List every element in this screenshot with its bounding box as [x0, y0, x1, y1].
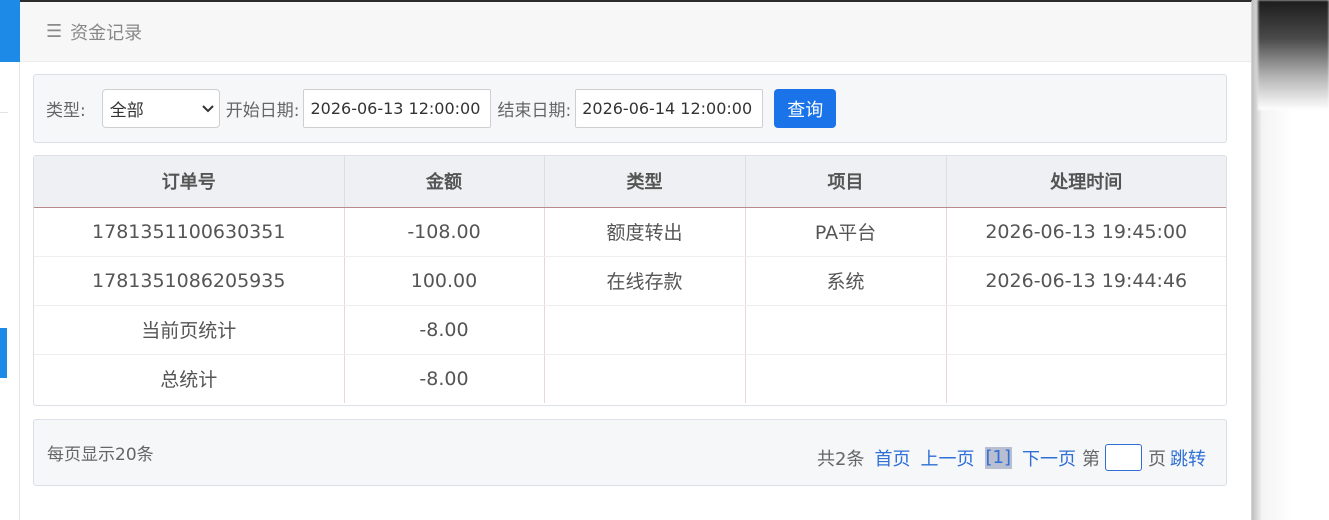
pagination: 共2条 首页 上一页 [1] 下一页 第 页 跳转	[817, 444, 1206, 471]
column-header-order-no: 订单号	[34, 156, 345, 208]
prev-page-link[interactable]: 上一页	[921, 445, 975, 471]
type-select-value: 全部	[109, 101, 144, 121]
background-blue-header	[0, 0, 20, 62]
end-date-input[interactable]: 2026-06-14 12:00:00	[575, 89, 764, 128]
filter-bar: 类型: 全部 开始日期: 2026-06-13 12:00:00 结束日期: 2…	[33, 74, 1227, 143]
table-row: 1781351086205935 100.00 在线存款 系统 2026-06-…	[34, 256, 1226, 306]
column-header-processed-time: 处理时间	[946, 156, 1226, 208]
column-header-project: 项目	[745, 156, 947, 208]
cell-empty	[544, 305, 746, 355]
cell-empty	[544, 354, 746, 403]
table-row: 1781351100630351 -108.00 额度转出 PA平台 2026-…	[34, 207, 1226, 257]
type-select[interactable]: 全部	[101, 89, 220, 128]
background-dark-area	[1258, 0, 1329, 110]
cell-order-no: 1781351086205935	[34, 256, 345, 306]
menu-icon[interactable]: ☰	[46, 22, 62, 41]
cell-total-label: 总统计	[34, 354, 345, 403]
fund-records-panel: ☰ 资金记录 类型: 全部 开始日期: 2026-06-13 12:00:00 …	[20, 0, 1252, 520]
cell-processed-time: 2026-06-13 19:44:46	[946, 256, 1226, 306]
window-shadow	[1252, 0, 1329, 520]
cell-empty	[946, 354, 1226, 403]
start-date-label: 开始日期:	[225, 101, 300, 121]
end-date-label: 结束日期:	[497, 101, 572, 121]
records-table: 订单号 金额 类型 项目 处理时间 1781351100630351 -108.…	[33, 155, 1227, 406]
pagination-bar: 每页显示20条 共2条 首页 上一页 [1] 下一页 第 页 跳转	[33, 419, 1227, 486]
cell-type: 额度转出	[544, 207, 746, 257]
chevron-down-icon	[202, 102, 214, 116]
column-header-amount: 金额	[344, 156, 545, 208]
total-summary-row: 总统计 -8.00	[34, 354, 1226, 403]
cell-empty	[745, 305, 947, 355]
cell-amount: 100.00	[344, 256, 545, 306]
cell-summary-amount: -8.00	[344, 305, 545, 355]
first-page-link[interactable]: 首页	[875, 445, 911, 471]
cell-type: 在线存款	[544, 256, 746, 306]
cell-project: 系统	[745, 256, 947, 306]
background-divider	[0, 112, 8, 113]
page-title: 资金记录	[70, 22, 143, 44]
cell-order-no: 1781351100630351	[34, 207, 345, 257]
background-active-marker	[0, 328, 7, 378]
page-number-input[interactable]	[1105, 444, 1142, 471]
query-button[interactable]: 查询	[774, 89, 837, 128]
page-summary-row: 当前页统计 -8.00	[34, 305, 1226, 355]
cell-empty	[745, 354, 947, 403]
current-page: [1]	[984, 446, 1012, 469]
next-page-link[interactable]: 下一页	[1022, 445, 1076, 471]
cell-project: PA平台	[745, 207, 947, 257]
page-suffix: 页	[1148, 448, 1166, 470]
background-page-strip	[0, 0, 20, 520]
type-label: 类型:	[46, 101, 86, 121]
start-date-input[interactable]: 2026-06-13 12:00:00	[303, 89, 492, 128]
cell-empty	[946, 305, 1226, 355]
page-size-text: 每页显示20条	[47, 445, 154, 465]
page-prefix: 第	[1082, 448, 1100, 470]
cell-total-amount: -8.00	[344, 354, 545, 403]
jump-button[interactable]: 跳转	[1170, 445, 1206, 471]
column-header-type: 类型	[544, 156, 746, 208]
cell-processed-time: 2026-06-13 19:45:00	[946, 207, 1226, 257]
cell-amount: -108.00	[344, 207, 545, 257]
total-count: 共2条	[817, 448, 865, 470]
cell-summary-label: 当前页统计	[34, 305, 345, 355]
panel-header: ☰ 资金记录	[20, 2, 1251, 62]
table-header-row: 订单号 金额 类型 项目 处理时间	[34, 156, 1226, 208]
